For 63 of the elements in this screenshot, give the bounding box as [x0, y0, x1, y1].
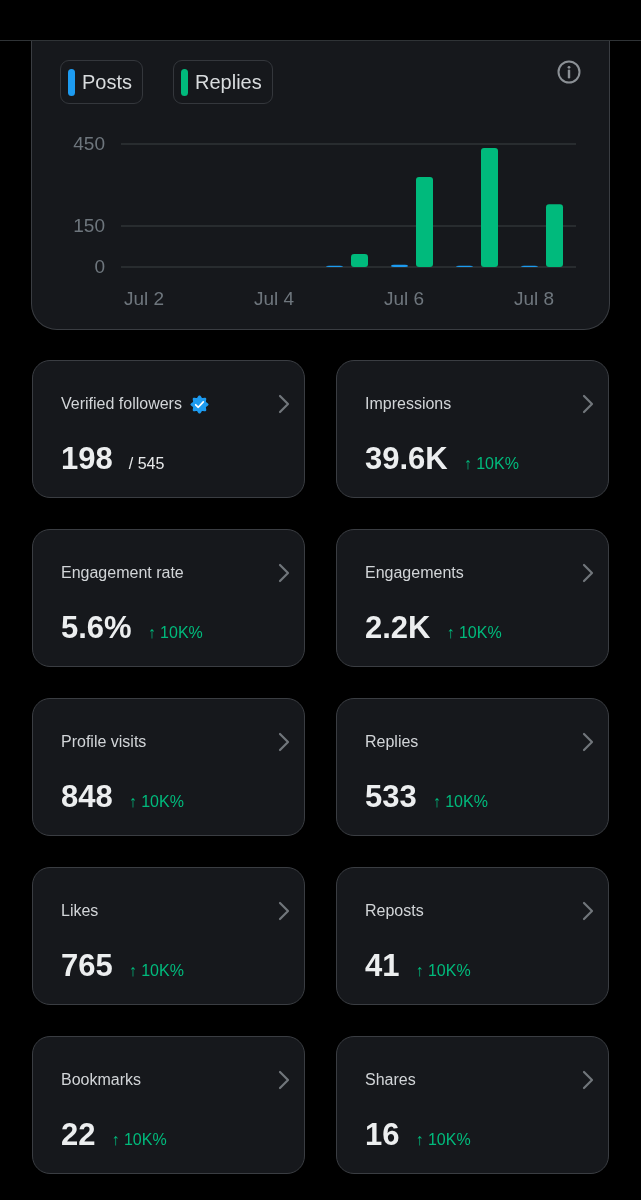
bar	[546, 204, 563, 267]
chevron-right-icon	[278, 901, 290, 921]
stat-card[interactable]: Verified followers 198 / 545	[32, 360, 305, 498]
stat-card[interactable]: Engagements 2.2K ↑ 10K%	[336, 529, 609, 667]
info-icon[interactable]	[557, 60, 581, 84]
axis-label: Jul 6	[383, 288, 425, 309]
stat-change: ↑ 10K%	[415, 962, 471, 980]
stat-label: Bookmarks	[61, 1071, 142, 1089]
axis-label: Jul 8	[513, 288, 555, 309]
stat-change: ↑ 10K%	[111, 1131, 167, 1149]
chevron-right-icon	[582, 563, 594, 583]
stat-label: Likes	[61, 902, 99, 920]
axis-label: 450	[73, 133, 105, 154]
stat-value: 41	[365, 948, 400, 984]
chevron-right-icon	[582, 732, 594, 752]
legend-toggle-button[interactable]: Replies	[173, 60, 273, 104]
stat-value: 39.6K	[365, 441, 448, 477]
stat-card[interactable]: Likes 765 ↑ 10K%	[32, 867, 305, 1005]
stat-card[interactable]: Engagement rate 5.6% ↑ 10K%	[32, 529, 305, 667]
stat-card[interactable]: Impressions 39.6K ↑ 10K%	[336, 360, 609, 498]
stat-card[interactable]: Profile visits 848 ↑ 10K%	[32, 698, 305, 836]
stat-label: Engagements	[365, 564, 464, 582]
stat-card[interactable]: Bookmarks 22 ↑ 10K%	[32, 1036, 305, 1174]
chevron-right-icon	[278, 563, 290, 583]
stat-label: Impressions	[365, 395, 452, 413]
legend-toggle-button[interactable]: Posts	[60, 60, 144, 104]
stat-label: Shares	[365, 1071, 416, 1089]
chevron-right-icon	[582, 901, 594, 921]
stat-value: 848	[61, 779, 113, 815]
stat-value: 2.2K	[365, 610, 431, 646]
stat-change: ↑ 10K%	[463, 455, 519, 473]
bar	[351, 253, 368, 267]
stat-label: Verified followers	[61, 395, 182, 413]
stat-label: Engagement rate	[61, 564, 184, 582]
axis-label: 0	[94, 256, 105, 277]
stat-card[interactable]: Replies 533 ↑ 10K%	[336, 698, 609, 836]
stat-change: ↑ 10K%	[128, 793, 184, 811]
stat-label: Profile visits	[61, 733, 147, 751]
stat-label: Replies	[365, 733, 419, 751]
stat-value: 5.6%	[61, 610, 132, 646]
bar	[391, 264, 408, 267]
stat-change: ↑ 10K%	[147, 624, 203, 642]
stat-value: 16	[365, 1117, 400, 1153]
chevron-right-icon	[582, 1070, 594, 1090]
chevron-right-icon	[278, 394, 290, 414]
chevron-right-icon	[582, 394, 594, 414]
stat-change: ↑ 10K%	[432, 793, 488, 811]
stat-change: ↑ 10K%	[128, 962, 184, 980]
axis-label: Jul 4	[253, 288, 295, 309]
stat-change: ↑ 10K%	[446, 624, 502, 642]
stat-card[interactable]: Reposts 41 ↑ 10K%	[336, 867, 609, 1005]
chevron-right-icon	[278, 732, 290, 752]
chevron-right-icon	[278, 1070, 290, 1090]
axis-label: 150	[73, 215, 105, 236]
stat-change: ↑ 10K%	[415, 1131, 471, 1149]
stat-card[interactable]: Shares 16 ↑ 10K%	[336, 1036, 609, 1174]
axis-label: Jul 2	[123, 288, 165, 309]
stat-value: 22	[61, 1117, 96, 1153]
stat-value: 765	[61, 948, 113, 984]
stat-value: 198	[61, 441, 113, 477]
stat-total: / 545	[128, 455, 165, 473]
stat-label: Reposts	[365, 902, 424, 920]
stat-value: 533	[365, 779, 417, 815]
